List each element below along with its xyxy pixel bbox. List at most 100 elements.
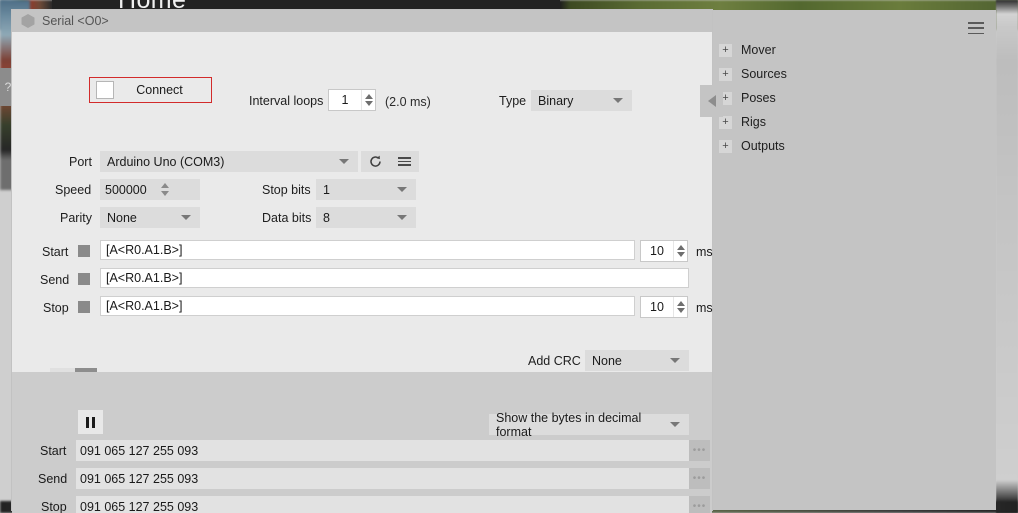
tree-item-outputs[interactable]: + Outputs [719, 134, 979, 158]
interval-time-note: (2.0 ms) [385, 95, 431, 109]
connect-label: Connect [136, 83, 183, 97]
chevron-down-icon [397, 215, 407, 220]
byte-row-label: Start [40, 444, 67, 458]
command-text-input[interactable]: [A<R0.A1.B>] [100, 240, 635, 260]
pause-icon [86, 416, 89, 428]
pause-icon [92, 416, 95, 428]
connect-button[interactable]: Connect [89, 77, 212, 103]
chevron-down-icon [670, 358, 680, 363]
left-help-label: ? [4, 80, 12, 94]
byte-format-value: Show the bytes in decimal format [496, 410, 642, 439]
tree-item-label: Mover [741, 43, 776, 57]
hexagon-icon [20, 13, 36, 29]
port-select[interactable]: Arduino Uno (COM3) [100, 151, 358, 172]
connect-checkbox[interactable] [96, 81, 114, 99]
command-text-input[interactable]: [A<R0.A1.B>] [100, 268, 689, 288]
add-crc-label: Add CRC [528, 354, 581, 368]
chevron-down-icon [181, 215, 191, 220]
byte-format-select[interactable]: Show the bytes in decimal format [489, 411, 689, 439]
collapse-panel-button[interactable] [700, 85, 723, 117]
stop-bits-value: 1 [323, 182, 330, 197]
panel-menu-icon[interactable] [968, 22, 984, 34]
byte-row-send: Send 091 065 127 255 093 ••• [12, 468, 712, 490]
byte-monitor-section: Show the bytes in decimal format Start 0… [12, 372, 712, 513]
byte-row-start: Start 091 065 127 255 093 ••• [12, 440, 712, 462]
stop-bits-label: Stop bits [262, 183, 311, 197]
serial-config-section: Connect Interval loops 1 (2.0 ms) Type B… [12, 32, 723, 388]
command-label: Send [40, 273, 70, 287]
stop-bits-select[interactable]: 1 [316, 179, 416, 200]
screen: Home ? + Mover + Sources + Poses + Rigs [0, 0, 1018, 513]
tree-item-label: Rigs [741, 115, 767, 129]
command-row-start: Start [A<R0.A1.B>] 10 ms [12, 240, 713, 266]
data-bits-value: 8 [323, 210, 330, 225]
expand-plus-icon[interactable]: + [719, 43, 732, 57]
parity-label: Parity [60, 211, 92, 225]
tree-item-sources[interactable]: + Sources [719, 62, 979, 86]
tree-item-poses[interactable]: + Poses [719, 86, 979, 110]
serial-window: Serial <O0> Connect Interval loops 1 (2.… [12, 10, 723, 513]
add-crc-value: None [592, 353, 622, 368]
port-label: Port [69, 155, 92, 169]
command-enable-checkbox[interactable] [78, 301, 90, 313]
command-delay-unit: ms [696, 301, 713, 315]
chevron-down-icon [670, 422, 680, 427]
byte-row-more-button[interactable]: ••• [689, 496, 710, 513]
refresh-icon[interactable] [361, 151, 390, 172]
tree-item-rigs[interactable]: + Rigs [719, 110, 979, 134]
tree-item-mover[interactable]: + Mover [719, 38, 979, 62]
data-bits-label: Data bits [262, 211, 312, 225]
chevron-down-icon [613, 98, 623, 103]
expand-plus-icon[interactable]: + [719, 67, 732, 81]
type-value: Binary [538, 93, 574, 108]
speed-stepper[interactable]: 500000 [100, 179, 200, 200]
command-text-input[interactable]: [A<R0.A1.B>] [100, 296, 635, 316]
command-enable-checkbox[interactable] [78, 273, 90, 285]
pause-button[interactable] [78, 410, 103, 434]
speed-value[interactable]: 500000 [100, 183, 147, 197]
type-select[interactable]: Binary [531, 90, 632, 111]
interval-loops-label: Interval loops [249, 94, 324, 108]
tree-item-label: Outputs [741, 139, 785, 153]
command-enable-checkbox[interactable] [78, 245, 90, 257]
triangle-left-icon [707, 95, 716, 107]
serial-titlebar[interactable]: Serial <O0> [12, 10, 712, 32]
data-bits-select[interactable]: 8 [316, 207, 416, 228]
stepper-arrows-icon[interactable] [160, 183, 169, 196]
expand-plus-icon[interactable]: + [719, 115, 732, 129]
command-delay-value[interactable]: 10 [641, 300, 673, 314]
tree-item-label: Poses [741, 91, 776, 105]
stepper-arrows-icon[interactable] [673, 297, 687, 317]
object-tree-panel: + Mover + Sources + Poses + Rigs + Outpu… [711, 10, 996, 510]
tree-item-label: Sources [741, 67, 787, 81]
command-label: Start [42, 245, 69, 259]
object-tree-list: + Mover + Sources + Poses + Rigs + Outpu… [719, 38, 979, 158]
interval-loops-stepper[interactable]: 1 [328, 89, 376, 111]
command-row-send: Send [A<R0.A1.B>] [12, 268, 712, 294]
command-delay-stepper[interactable]: 10 [640, 296, 688, 318]
stepper-arrows-icon[interactable] [673, 241, 687, 261]
speed-label: Speed [55, 183, 92, 197]
parity-select[interactable]: None [100, 207, 200, 228]
byte-row-stop: Stop 091 065 127 255 093 ••• [12, 496, 712, 513]
port-menu-icon[interactable] [390, 151, 419, 172]
serial-body: Connect Interval loops 1 (2.0 ms) Type B… [12, 32, 723, 513]
expand-plus-icon[interactable]: + [719, 139, 732, 153]
serial-window-title: Serial <O0> [42, 14, 109, 28]
interval-loops-value[interactable]: 1 [329, 93, 361, 107]
add-crc-select[interactable]: None [585, 350, 689, 371]
command-delay-stepper[interactable]: 10 [640, 240, 688, 262]
chevron-down-icon [339, 159, 349, 164]
type-label: Type [499, 94, 527, 108]
command-row-stop: Stop [A<R0.A1.B>] 10 ms [12, 296, 713, 322]
command-label: Stop [43, 301, 69, 315]
desktop-background-right [996, 0, 1018, 513]
byte-row-label: Stop [41, 500, 67, 513]
byte-row-more-button[interactable]: ••• [689, 468, 710, 489]
byte-row-value: 091 065 127 255 093 [76, 468, 689, 489]
command-delay-value[interactable]: 10 [641, 244, 673, 258]
byte-row-more-button[interactable]: ••• [689, 440, 710, 461]
stepper-arrows-icon[interactable] [361, 90, 375, 110]
byte-row-value: 091 065 127 255 093 [76, 440, 689, 461]
port-actions [361, 151, 419, 172]
